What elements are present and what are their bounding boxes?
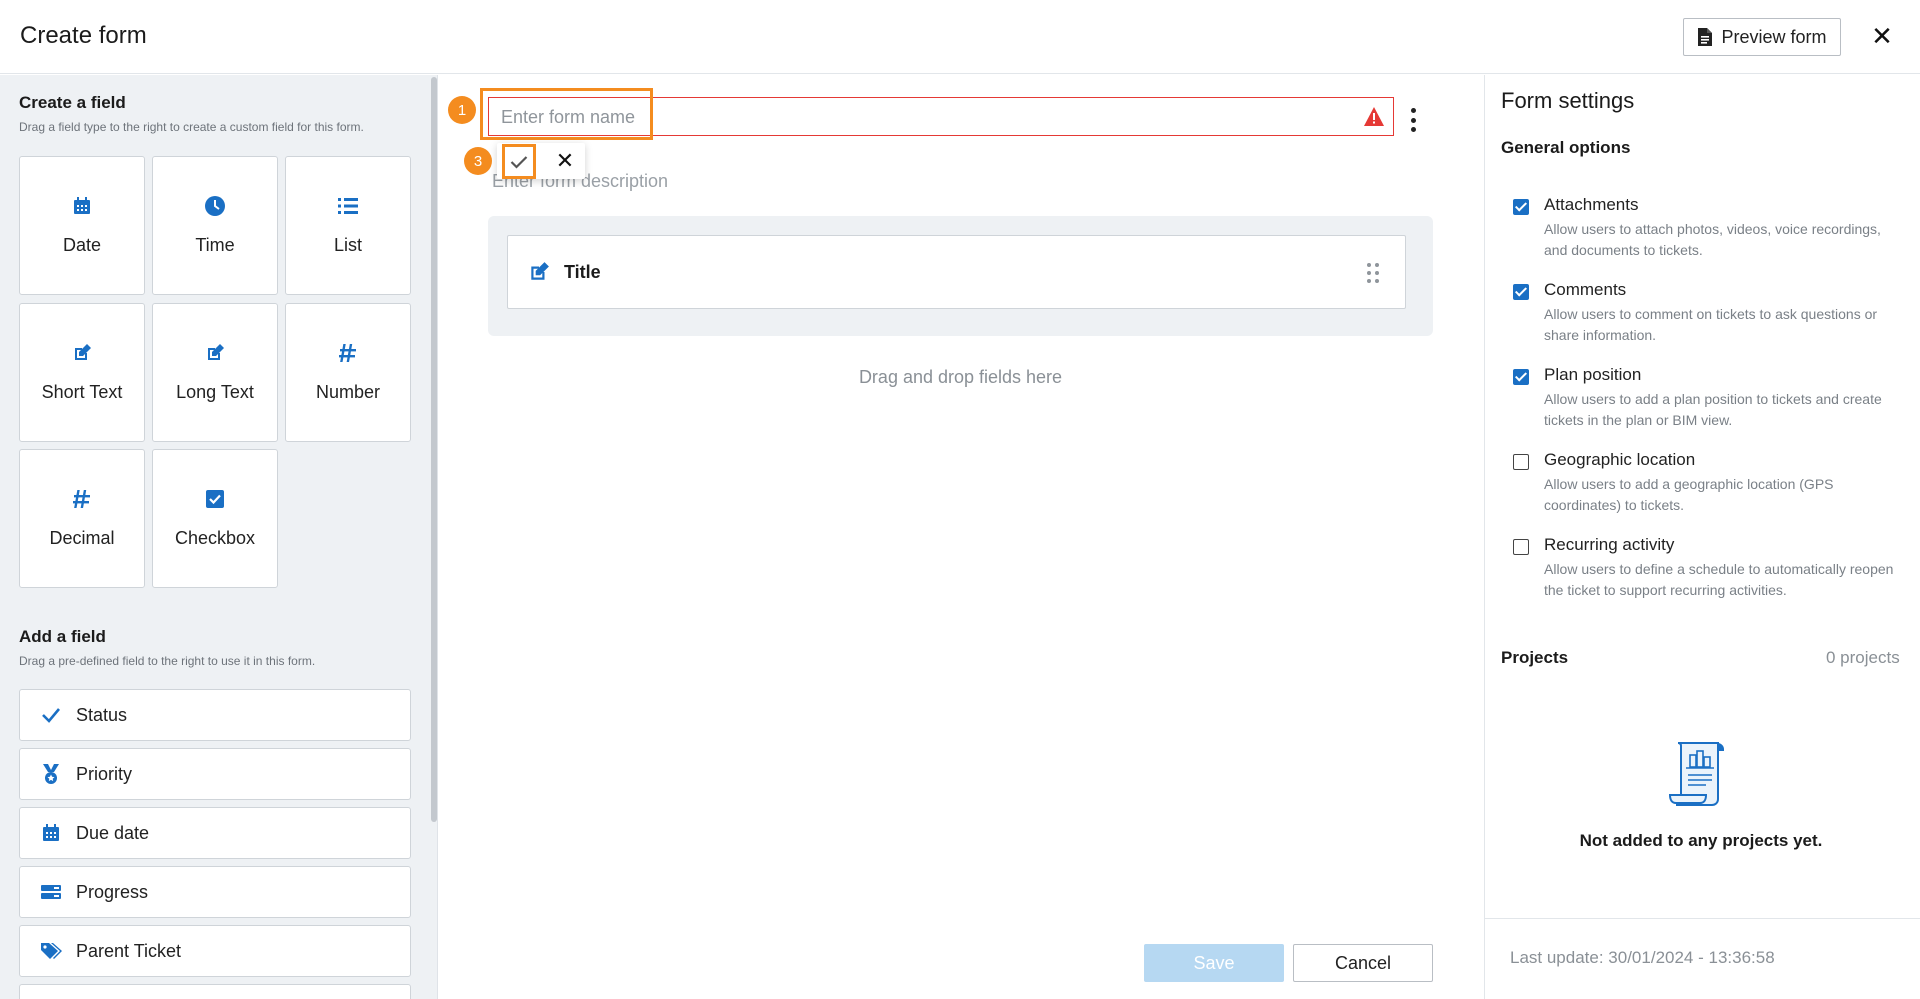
add-field-desc: Drag a pre-defined field to the right to…: [19, 654, 316, 668]
predefined-field-more[interactable]: [19, 984, 411, 999]
preview-form-button[interactable]: Preview form: [1683, 18, 1841, 56]
confirm-icon[interactable]: [502, 144, 536, 179]
document-icon: [1698, 28, 1713, 46]
field-type-decimal[interactable]: Decimal: [19, 449, 145, 588]
field-type-label: List: [333, 235, 362, 255]
page-title: Create form: [20, 22, 147, 49]
field-type-time[interactable]: Time: [152, 156, 278, 295]
option-label: Plan position: [1544, 365, 1642, 384]
field-type-checkbox[interactable]: Checkbox: [152, 449, 278, 588]
edit-icon: [531, 262, 549, 280]
predefined-field-priority[interactable]: Priority: [19, 748, 411, 800]
more-options-icon[interactable]: [1407, 108, 1419, 132]
progress-icon: [40, 881, 62, 903]
field-type-label: Date: [62, 235, 102, 255]
cancel-edit-icon[interactable]: ✕: [553, 147, 577, 175]
option-desc: Allow users to add a plan position to ti…: [1544, 391, 1882, 428]
empty-projects-icon: [1668, 742, 1724, 806]
palette-scrollbar[interactable]: [430, 75, 438, 999]
field-type-short-text[interactable]: Short Text: [19, 303, 145, 442]
predefined-field-label: Due date: [76, 822, 150, 843]
header-bar: Create form Preview form ✕: [0, 0, 1920, 74]
option-label: Attachments: [1544, 195, 1639, 214]
title-field-card[interactable]: Title: [507, 235, 1406, 309]
edit-icon: [71, 342, 93, 364]
predefined-field-due-date[interactable]: Due date: [19, 807, 411, 859]
comments-checkbox[interactable]: [1513, 284, 1529, 300]
geographic-location-checkbox[interactable]: [1513, 454, 1529, 470]
form-canvas: [439, 75, 1484, 999]
add-field-title: Add a field: [19, 627, 106, 646]
field-type-label: Number: [315, 382, 381, 402]
predefined-field-status[interactable]: Status: [19, 689, 411, 741]
field-type-list[interactable]: List: [285, 156, 411, 295]
list-icon: [337, 195, 359, 217]
option-desc: Allow users to comment on tickets to ask…: [1544, 306, 1878, 343]
projects-count: 0 projects: [1826, 648, 1900, 667]
settings-divider: [1484, 918, 1920, 919]
step-badge-3: 3: [464, 147, 492, 175]
predefined-field-label: Parent Ticket: [76, 940, 182, 961]
check-icon: [40, 704, 62, 726]
hash-icon: [337, 342, 359, 364]
medal-icon: [40, 763, 62, 785]
predefined-field-progress[interactable]: Progress: [19, 866, 411, 918]
predefined-field-label: Status: [76, 704, 128, 725]
field-type-label: Time: [195, 235, 235, 255]
predefined-field-label: Progress: [76, 881, 149, 902]
option-label: Geographic location: [1544, 450, 1696, 469]
plan-position-checkbox[interactable]: [1513, 369, 1529, 385]
tag-icon: [40, 940, 62, 962]
save-button[interactable]: Save: [1144, 944, 1284, 982]
highlight-box-name: [480, 88, 653, 140]
drag-handle-icon[interactable]: [1367, 263, 1379, 283]
step-badge-1: 1: [448, 96, 476, 124]
predefined-field-parent-ticket[interactable]: Parent Ticket: [19, 925, 411, 977]
field-type-long-text[interactable]: Long Text: [152, 303, 278, 442]
option-desc: Allow users to define a schedule to auto…: [1544, 561, 1894, 598]
last-update-timestamp: Last update: 30/01/2024 - 13:36:58: [1510, 948, 1775, 967]
clock-icon: [204, 195, 226, 217]
drop-hint: Drag and drop fields here: [858, 367, 1063, 387]
option-label: Recurring activity: [1544, 535, 1675, 554]
field-type-label: Short Text: [41, 382, 123, 402]
create-field-title: Create a field: [19, 93, 126, 112]
field-type-date[interactable]: Date: [19, 156, 145, 295]
calendar-icon: [40, 822, 62, 844]
hash-icon: [71, 488, 93, 510]
checkbox-icon: [204, 488, 226, 510]
projects-label: Projects: [1501, 648, 1569, 667]
field-type-label: Decimal: [49, 528, 115, 548]
title-field-label: Title: [564, 261, 601, 282]
general-options-title: General options: [1501, 138, 1631, 157]
cancel-button[interactable]: Cancel: [1293, 944, 1433, 982]
form-settings-title: Form settings: [1501, 88, 1635, 113]
attachments-checkbox[interactable]: [1513, 199, 1529, 215]
field-type-number[interactable]: Number: [285, 303, 411, 442]
field-type-label: Long Text: [176, 382, 254, 402]
edit-icon: [204, 342, 226, 364]
calendar-icon: [71, 195, 93, 217]
projects-empty-message: Not added to any projects yet.: [1579, 831, 1823, 850]
close-icon[interactable]: ✕: [1868, 21, 1896, 51]
field-type-label: Checkbox: [174, 528, 256, 548]
warning-icon: [1364, 107, 1384, 126]
option-label: Comments: [1544, 280, 1627, 299]
predefined-field-label: Priority: [76, 763, 133, 784]
create-field-desc: Drag a field type to the right to create…: [19, 120, 364, 134]
preview-form-label: Preview form: [1721, 26, 1827, 47]
scrollbar-thumb[interactable]: [431, 77, 437, 822]
recurring-activity-checkbox[interactable]: [1513, 539, 1529, 555]
option-desc: Allow users to attach photos, videos, vo…: [1544, 221, 1881, 258]
option-desc: Allow users to add a geographic location…: [1544, 476, 1834, 513]
